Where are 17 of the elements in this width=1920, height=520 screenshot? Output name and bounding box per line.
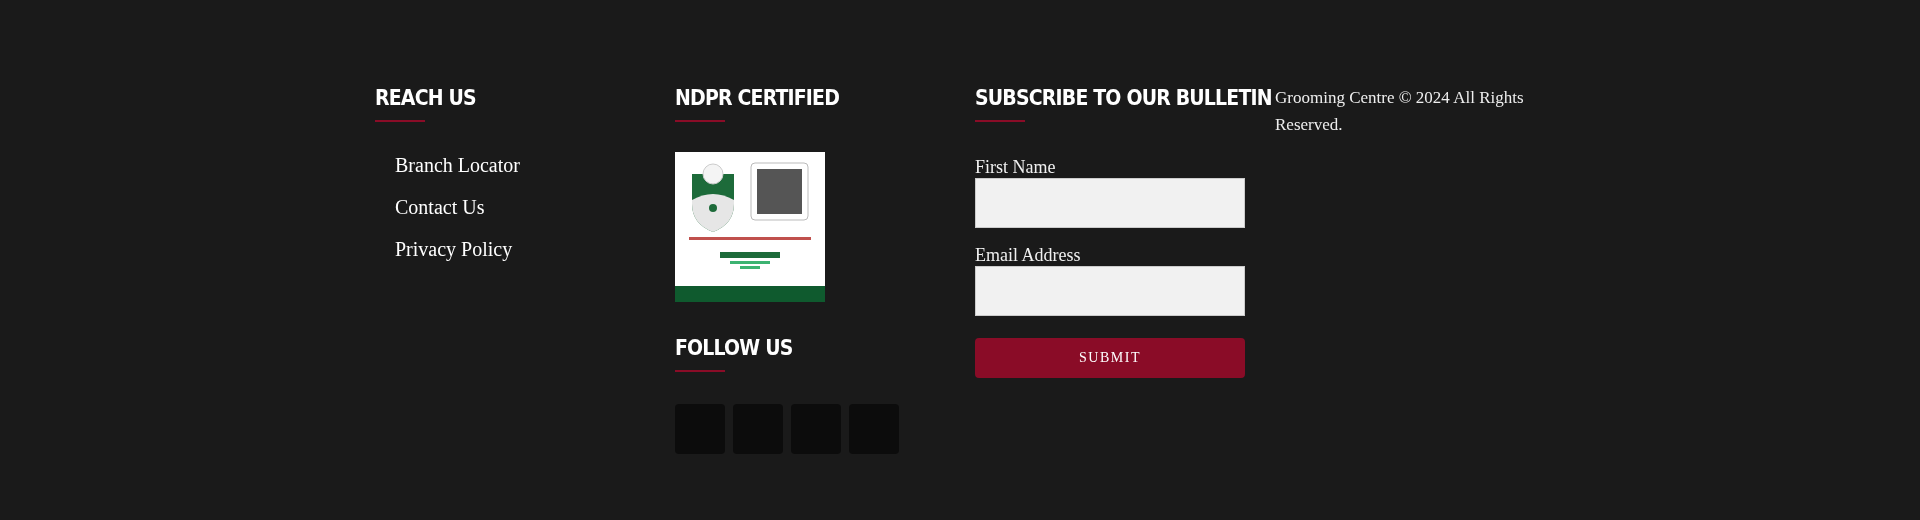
submit-button[interactable]: SUBMIT: [975, 338, 1245, 378]
footer-link[interactable]: Branch Locator: [395, 152, 520, 178]
field-label: Email Address: [975, 244, 1081, 266]
section-heading: FOLLOW US: [675, 335, 794, 362]
section-heading: SUBSCRIBE TO OUR BULLETIN: [975, 85, 1272, 112]
heading-underline: [675, 370, 725, 372]
input-field[interactable]: [975, 178, 1245, 228]
heading-underline: [675, 120, 725, 122]
heading-underline: [375, 120, 425, 122]
copyright-text: Grooming Centre © 2024 All Rights Reserved.: [1275, 87, 1525, 136]
section-heading: REACH US: [375, 85, 476, 112]
footer-link[interactable]: Contact Us: [395, 194, 520, 220]
input-field[interactable]: [975, 266, 1245, 316]
section-heading: NDPR CERTIFIED: [675, 85, 840, 112]
heading-underline: [975, 120, 1025, 122]
field-label: First Name: [975, 156, 1056, 178]
footer-link[interactable]: Privacy Policy: [395, 236, 520, 262]
